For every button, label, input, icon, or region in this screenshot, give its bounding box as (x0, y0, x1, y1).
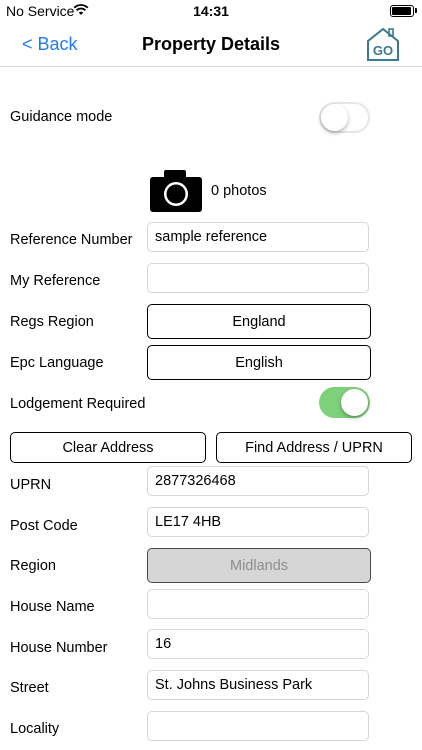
epc-language-value: English (235, 354, 283, 371)
house-number-label: House Number (10, 640, 108, 656)
my-reference-label: My Reference (10, 273, 101, 289)
epc-language-label: Epc Language (10, 355, 104, 371)
battery-icon (390, 5, 414, 17)
house-name-label: House Name (10, 599, 95, 615)
regs-region-label: Regs Region (10, 314, 94, 330)
clock: 14:31 (193, 3, 229, 19)
status-bar: No Service 14:31 (0, 0, 422, 22)
find-address-button[interactable]: Find Address / UPRN (216, 432, 412, 463)
toggle-knob (321, 104, 348, 131)
toggle-knob (341, 389, 368, 416)
logo-text: GO (373, 43, 393, 58)
house-name-input[interactable] (147, 589, 369, 619)
reference-number-input[interactable] (147, 222, 369, 252)
lodgement-required-toggle[interactable] (319, 387, 370, 418)
region-value: Midlands (229, 557, 289, 574)
my-reference-input[interactable] (147, 263, 369, 293)
region-selector: Midlands (147, 548, 371, 583)
clear-address-label: Clear Address (62, 439, 154, 456)
street-input[interactable] (147, 670, 369, 700)
post-code-input[interactable] (147, 507, 369, 537)
regs-region-selector[interactable]: England (147, 304, 371, 339)
uprn-input[interactable] (147, 466, 369, 496)
locality-label: Locality (10, 721, 60, 737)
post-code-label: Post Code (10, 518, 78, 534)
go-logo-icon[interactable]: GO (366, 26, 400, 62)
navigation-bar: < Back Property Details GO (0, 22, 422, 67)
page-title: Property Details (141, 34, 281, 54)
regs-region-value: England (232, 313, 286, 330)
region-label: Region (10, 558, 56, 574)
epc-language-selector[interactable]: English (147, 345, 371, 380)
guidance-mode-toggle[interactable] (319, 102, 370, 133)
uprn-label: UPRN (10, 477, 52, 493)
clear-address-button[interactable]: Clear Address (10, 432, 206, 463)
battery-nub (415, 8, 417, 13)
street-label: Street (10, 680, 49, 696)
reference-number-label: Reference Number (10, 232, 133, 248)
house-number-input[interactable] (147, 629, 369, 659)
locality-input[interactable] (147, 711, 369, 741)
lodgement-required-label: Lodgement Required (10, 396, 146, 412)
find-address-label: Find Address / UPRN (245, 439, 383, 456)
camera-icon[interactable] (150, 170, 202, 212)
photo-count: 0 photos (211, 183, 267, 199)
guidance-mode-label: Guidance mode (10, 109, 113, 125)
